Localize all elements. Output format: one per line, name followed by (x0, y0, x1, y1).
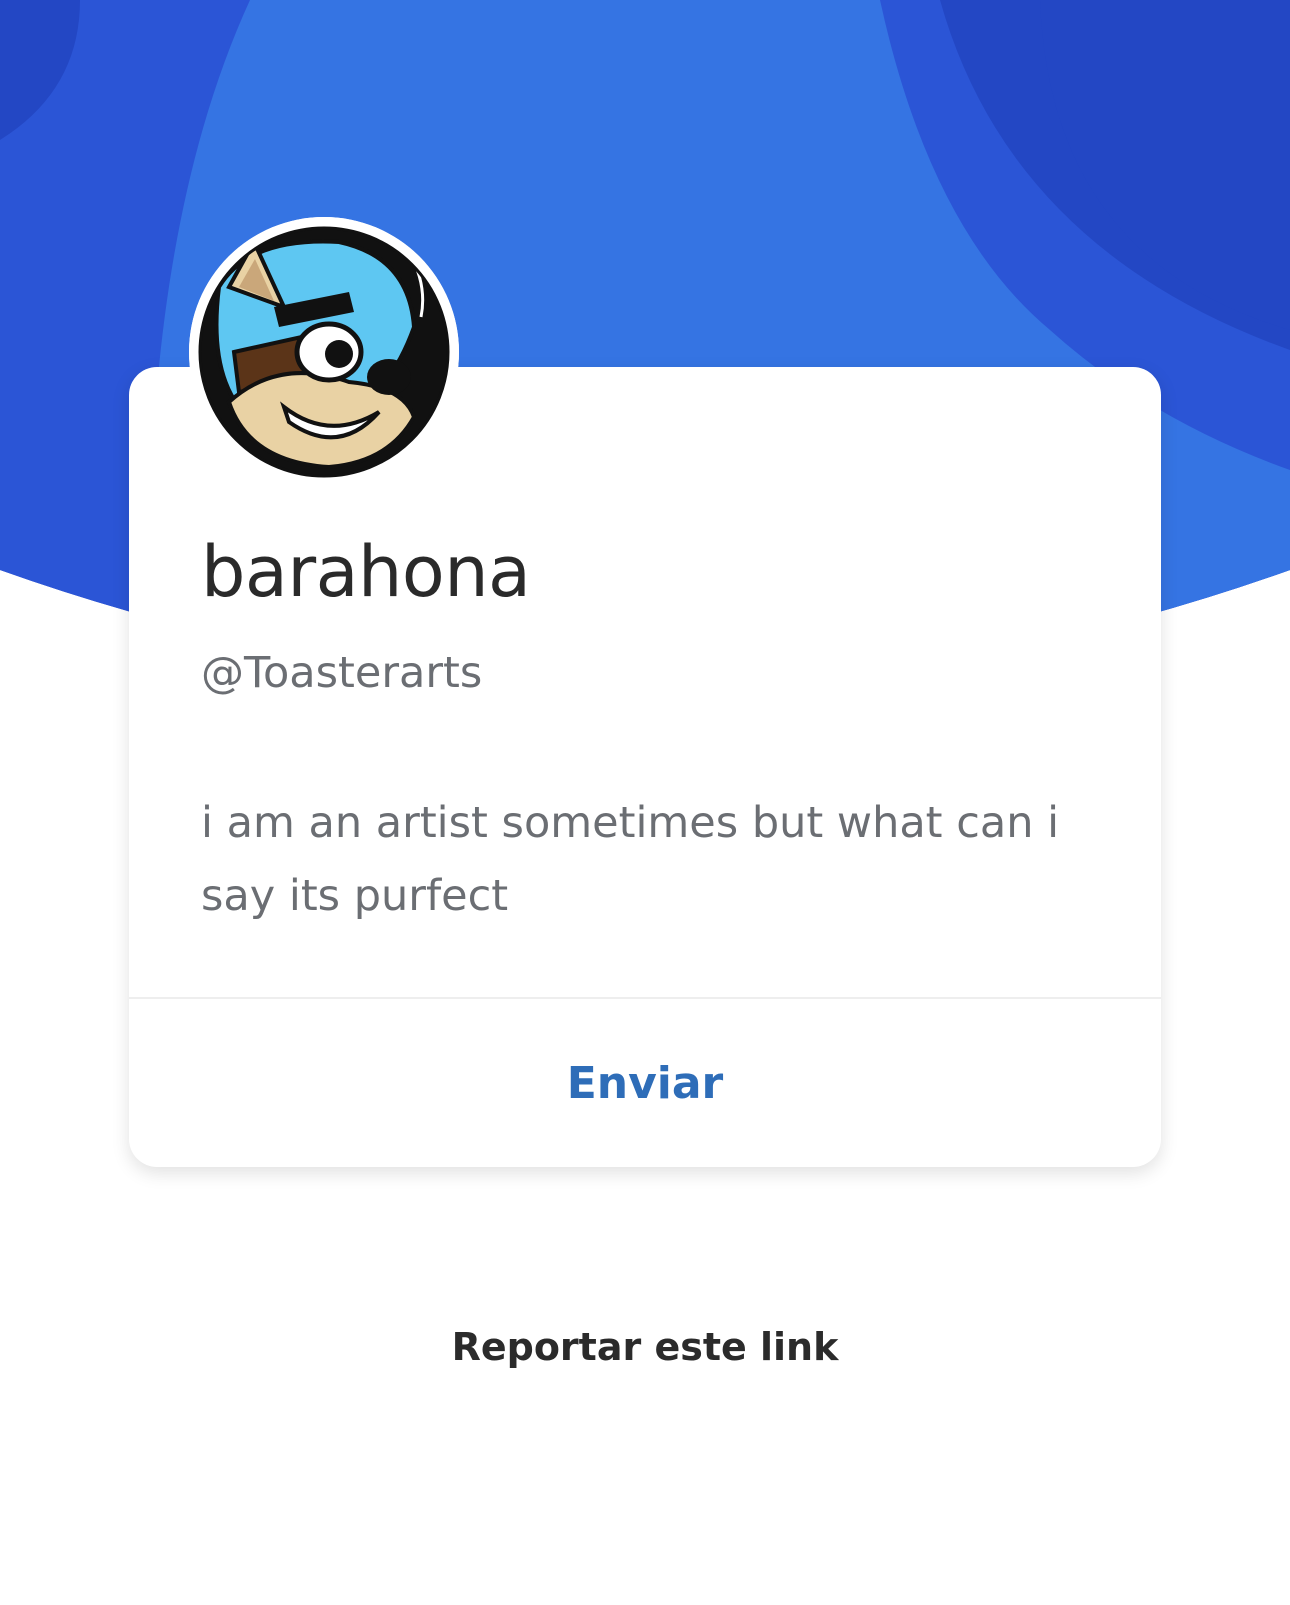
profile-page: barahona @Toasterarts i am an artist som… (0, 0, 1290, 1605)
username-handle: @Toasterarts (201, 648, 483, 698)
profile-card: barahona @Toasterarts i am an artist som… (129, 367, 1161, 1167)
display-name: barahona (201, 531, 531, 613)
avatar[interactable] (189, 217, 459, 487)
cartoon-fox-avatar-icon (189, 217, 459, 487)
bio-text: i am an artist sometimes but what can i … (201, 798, 1060, 921)
report-link[interactable]: Reportar este link (0, 1325, 1290, 1369)
send-button[interactable]: Enviar (129, 999, 1161, 1167)
